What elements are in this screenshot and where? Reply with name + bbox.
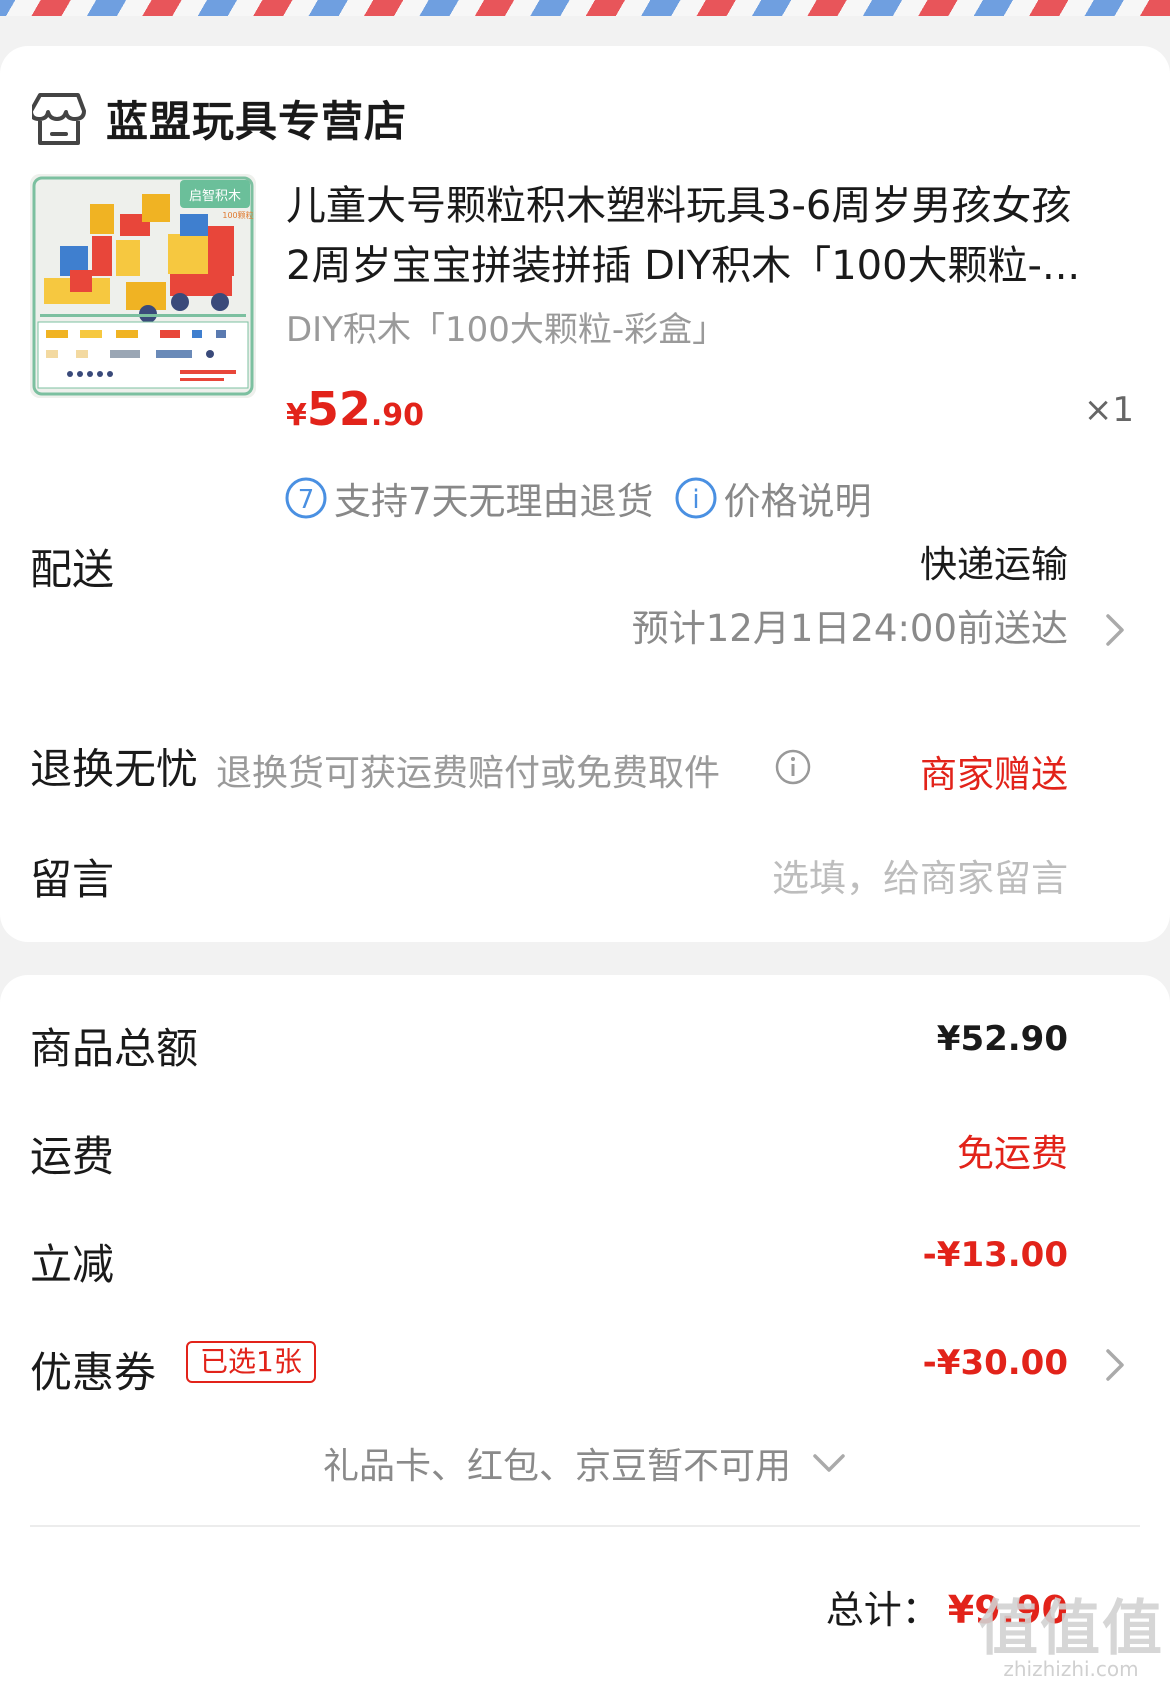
price-explanation-link[interactable]: 价格说明 [724,471,872,525]
product-image[interactable]: 启智积木 100颗粒 [30,174,256,398]
returns-value: 商家赠送 [920,753,1068,796]
coupon-value[interactable]: -¥30.00 [923,1343,1068,1383]
order-item-card: 蓝盟玩具专营店 启智积木 100颗粒 儿童大号颗粒积木塑料玩具3-6周岁男孩女孩… [0,46,1170,942]
store-icon [32,93,86,145]
total-label: 总计： [825,1588,940,1632]
airmail-border [0,0,1170,16]
returns-label: 退换无忧 [30,744,199,794]
price-symbol: ¥ [286,398,307,433]
seven-day-return-icon: 7 [285,477,327,519]
shipping-value: 免运费 [957,1132,1068,1175]
delivery-method[interactable]: 快递运输 [920,534,1068,588]
info-glyph: i [692,485,699,515]
returns-info-icon[interactable] [774,748,812,786]
watermark: 值值值 zhizhizhi.com [978,1599,1164,1679]
delivery-eta: 预计12月1日24:00前送达 [631,607,1068,650]
goods-total-value: ¥52.90 [936,1019,1068,1059]
product-quantity: ×1 [1083,390,1134,430]
service-badges: 7 支持7天无理由退货 i 价格说明 [284,471,872,525]
unavailable-assets-text: 礼品卡、红包、京豆暂不可用 [322,1446,791,1487]
delivery-label: 配送 [30,545,115,594]
product-image-sublabel: 100颗粒 [222,210,253,220]
message-input[interactable]: 选填，给商家留言 [772,848,1068,902]
message-label: 留言 [30,855,115,904]
product-sku: DIY积木「100大颗粒-彩盒」 [286,310,727,350]
store-name: 蓝盟玩具专营店 [106,96,408,146]
product-image-illustration: 启智积木 100颗粒 [30,174,256,398]
price-decimal: .90 [370,398,425,433]
seven-day-glyph: 7 [298,485,315,515]
chevron-down-icon [813,1454,845,1472]
product-title-line1: 儿童大号颗粒积木塑料玩具3-6周岁男孩女孩 [286,183,1072,229]
coupon-selected-tag: 已选1张 [186,1341,316,1383]
unavailable-assets-toggle[interactable]: 礼品卡、红包、京豆暂不可用 [0,1437,1170,1489]
product-title-line2: 2周岁宝宝拼装拼插 DIY积木「100大颗粒-... [286,243,1081,289]
price-integer: 52 [306,382,371,436]
seven-day-return-text[interactable]: 支持7天无理由退货 [334,471,654,525]
discount-value: -¥13.00 [922,1235,1068,1275]
summary-divider [30,1525,1140,1527]
discount-label: 立减 [30,1240,115,1289]
info-icon: i [675,477,717,519]
coupon-chevron-right-icon[interactable] [1102,1345,1128,1385]
product-image-label: 启智积木 [189,189,241,204]
watermark-url: zhizhizhi.com [1003,1657,1139,1681]
delivery-chevron-right-icon[interactable] [1102,610,1128,650]
price-summary-card: 商品总额 ¥52.90 运费 免运费 立减 -¥13.00 优惠券 已选1张 -… [0,975,1170,1685]
store-header[interactable]: 蓝盟玩具专营店 [32,78,407,158]
product-price: ¥ 52 .90 [286,382,424,436]
returns-description: 退换货可获运费赔付或免费取件 [216,753,721,794]
product-title[interactable]: 儿童大号颗粒积木塑料玩具3-6周岁男孩女孩 2周岁宝宝拼装拼插 DIY积木「10… [286,176,1136,296]
coupon-label: 优惠券 [30,1348,157,1397]
goods-total-label: 商品总额 [30,1024,199,1073]
watermark-logo: 值值值 [978,1594,1164,1664]
shipping-label: 运费 [30,1132,115,1181]
